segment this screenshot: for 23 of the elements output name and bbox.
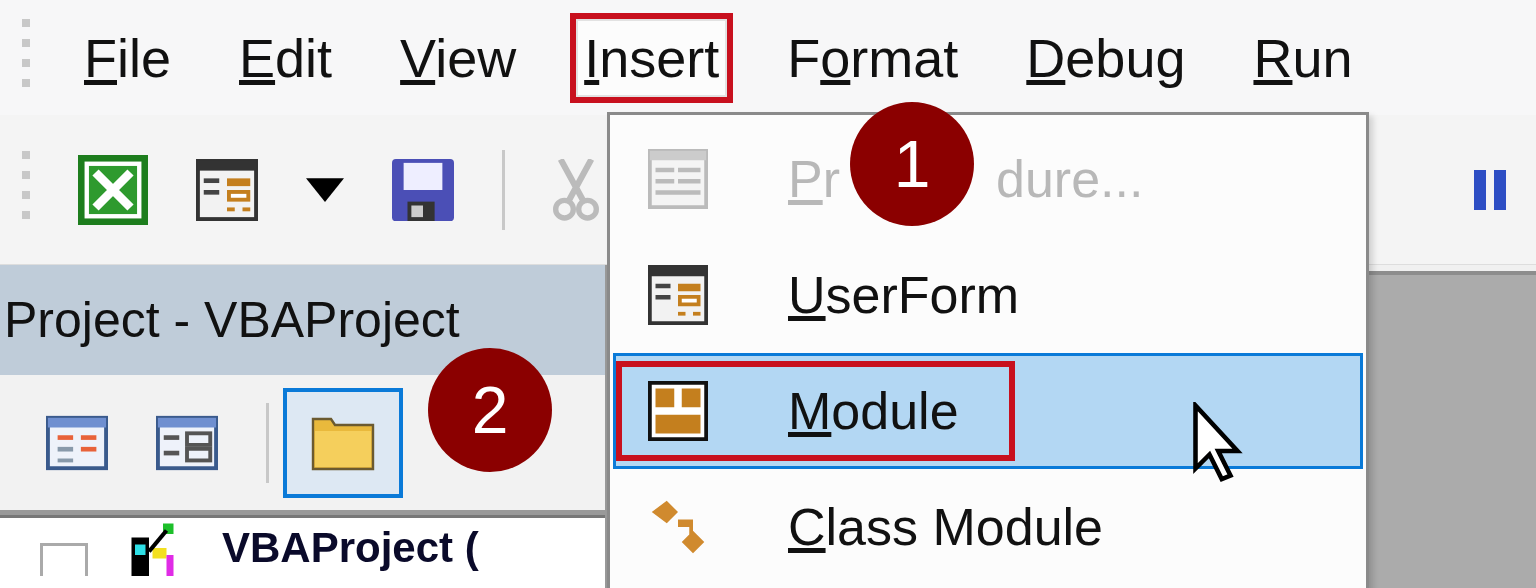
menu-item[interactable]: Run: [1239, 12, 1367, 103]
dropdown-arrow-icon[interactable]: [306, 177, 344, 202]
form-icon: [648, 265, 708, 325]
code-window-icon[interactable]: [46, 414, 108, 471]
form-icon[interactable]: [196, 158, 258, 221]
tree-item[interactable]: VBAProject (: [222, 524, 479, 572]
menu-item[interactable]: File: [70, 12, 186, 103]
form-window-icon[interactable]: [156, 414, 218, 471]
spreadsheet-icon[interactable]: [78, 154, 148, 225]
panel-title: Project - VBAProject: [0, 265, 605, 375]
menu-option[interactable]: UserForm: [616, 245, 1026, 345]
menu-item[interactable]: Debug: [1012, 12, 1200, 103]
menu-item[interactable]: Insert: [570, 12, 734, 103]
folder-toggle-button[interactable]: [283, 387, 403, 498]
form-icon: [648, 149, 708, 209]
menu-item[interactable]: View: [386, 12, 531, 103]
menu-option-text: dure...: [996, 149, 1144, 209]
menu-item[interactable]: Edit: [225, 12, 347, 103]
pause-icon[interactable]: [1474, 169, 1506, 210]
menu-option[interactable]: Module: [613, 353, 1363, 469]
menu-item[interactable]: Format: [773, 12, 973, 103]
menu-option[interactable]: Class Module: [616, 477, 1110, 577]
module-icon: [648, 381, 708, 441]
